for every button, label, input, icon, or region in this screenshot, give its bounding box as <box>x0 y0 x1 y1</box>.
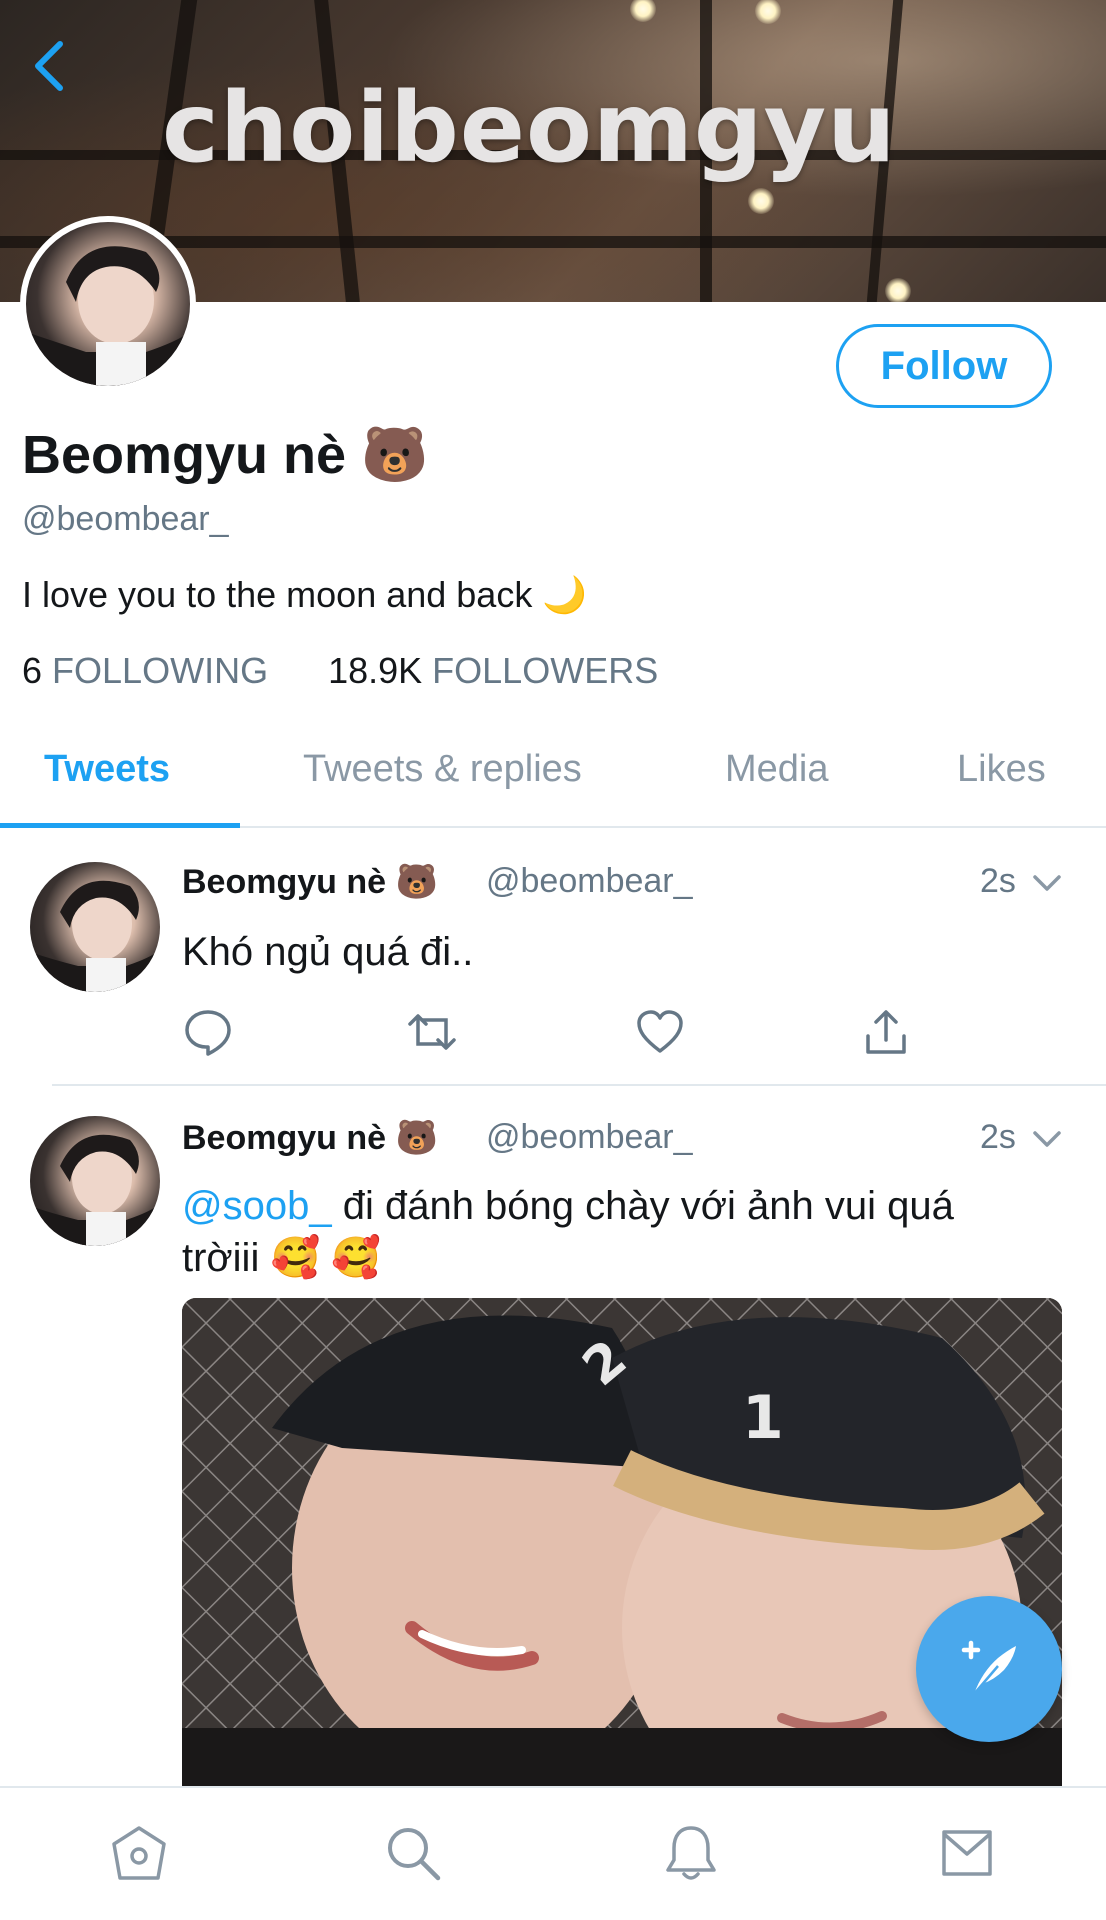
reply-icon <box>185 1010 231 1056</box>
nav-notifications[interactable] <box>660 1822 722 1884</box>
reply-button[interactable] <box>182 1006 234 1058</box>
follow-button[interactable]: Follow <box>836 324 1052 408</box>
tweet-avatar[interactable] <box>30 1116 160 1246</box>
tweet-author-handle: @beombear_ <box>486 1118 693 1156</box>
tab-tweets[interactable]: Tweets <box>44 748 170 791</box>
chevron-down-icon <box>1033 875 1061 891</box>
bell-icon <box>666 1826 716 1880</box>
avatar-photo <box>30 1134 160 1246</box>
banner-title: choibeomgyu <box>162 72 897 184</box>
bottom-nav <box>0 1786 1106 1920</box>
tweet-actions <box>182 1006 912 1062</box>
nav-messages[interactable] <box>936 1822 998 1884</box>
followers-stat[interactable]: 18.9K FOLLOWERS <box>328 650 658 692</box>
back-button[interactable] <box>30 38 70 94</box>
nav-search[interactable] <box>382 1822 444 1884</box>
following-label: FOLLOWING <box>52 650 269 691</box>
share-icon <box>866 1010 906 1054</box>
tweet-author-name: Beomgyu nè 🐻 <box>182 863 438 901</box>
avatar-photo <box>26 246 190 386</box>
tweet-text-line1: đi đánh bóng chày với ảnh vui quá <box>331 1184 954 1228</box>
avatar-photo <box>30 880 160 992</box>
active-tab-indicator <box>0 823 240 828</box>
tweet-menu-button[interactable] <box>1030 1122 1064 1156</box>
home-icon <box>112 1826 166 1880</box>
profile-bio: I love you to the moon and back 🌙 <box>22 574 588 615</box>
envelope-icon <box>942 1830 992 1876</box>
tweet-menu-button[interactable] <box>1030 866 1064 900</box>
search-icon <box>388 1828 441 1881</box>
profile-handle: @beombear_ <box>22 500 229 538</box>
tweet-mention[interactable]: @soob_ <box>182 1184 332 1228</box>
tweet-author-name: Beomgyu nè 🐻 <box>182 1119 438 1157</box>
following-stat[interactable]: 6 FOLLOWING <box>22 650 268 692</box>
compose-tweet-button[interactable] <box>916 1596 1062 1742</box>
following-count: 6 <box>22 650 43 691</box>
followers-count: 18.9K <box>328 650 423 691</box>
tweet-time: 2s <box>980 862 1016 900</box>
compose-feather-icon <box>961 1640 1016 1695</box>
retweet-button[interactable] <box>406 1006 458 1058</box>
chevron-left-icon <box>35 41 63 91</box>
heart-icon <box>637 1010 683 1053</box>
tab-media[interactable]: Media <box>725 748 829 791</box>
tab-tweets-replies[interactable]: Tweets & replies <box>303 748 582 791</box>
tweet[interactable]: Beomgyu nè 🐻 @beombear_ 2s Khó ngủ quá đ… <box>0 830 1106 1082</box>
retweet-icon <box>408 1014 456 1050</box>
nav-home[interactable] <box>108 1822 170 1884</box>
tweet-text: @soob_ đi đánh bóng chày với ảnh vui quá… <box>182 1180 1062 1284</box>
share-button[interactable] <box>860 1006 912 1058</box>
tweet-author-handle: @beombear_ <box>486 862 693 900</box>
tab-likes[interactable]: Likes <box>957 748 1046 791</box>
display-name: Beomgyu nè 🐻 <box>22 425 429 485</box>
tweet-text-line2: trờiii 🥰 🥰 <box>182 1236 382 1280</box>
profile-avatar[interactable] <box>20 216 196 392</box>
profile-tabs: Tweets Tweets & replies Media Likes <box>0 718 1106 828</box>
tweet-text: Khó ngủ quá đi.. <box>182 930 474 974</box>
profile-stats: 6 FOLLOWING 18.9K FOLLOWERS <box>22 650 658 692</box>
svg-text:1: 1 <box>742 1383 784 1453</box>
followers-label: FOLLOWERS <box>432 650 659 691</box>
like-button[interactable] <box>634 1006 686 1058</box>
chevron-down-icon <box>1033 1131 1061 1147</box>
tweet-avatar[interactable] <box>30 862 160 992</box>
tweet-time: 2s <box>980 1118 1016 1156</box>
